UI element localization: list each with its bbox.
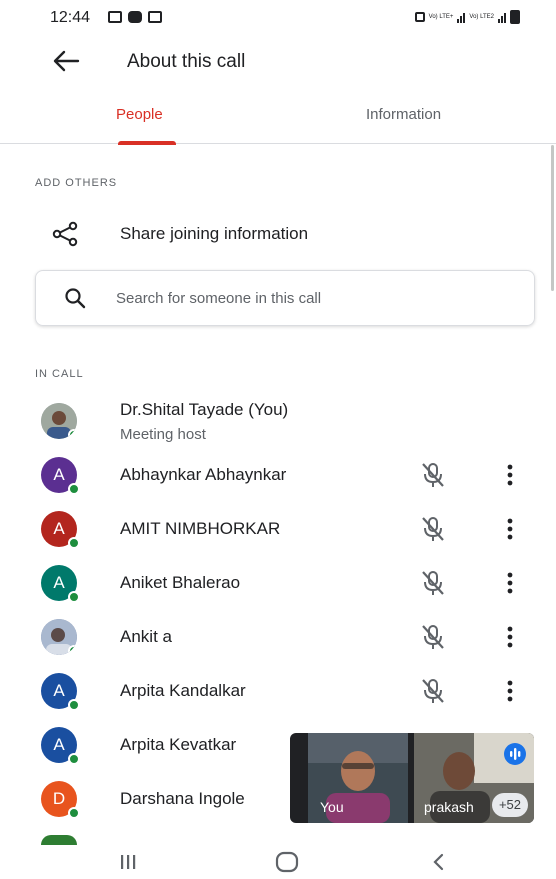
more-options-icon[interactable] (498, 460, 522, 490)
cast-icon (108, 11, 122, 23)
mic-off-icon[interactable] (418, 622, 448, 652)
status-system-icons: Vo) LTE+ Vo) LTE2 (414, 10, 520, 24)
avatar-initial: A (53, 573, 65, 592)
tab-people[interactable]: People (116, 106, 163, 123)
participant-name: Aniket Bhalerao (120, 573, 241, 592)
participant-row[interactable]: A Aniket Bhalerao (0, 556, 556, 610)
self-video-label: You (320, 799, 344, 815)
app-notification-icon (128, 11, 142, 23)
search-participants-input[interactable]: Search for someone in this call (35, 270, 535, 326)
self-view-tiles[interactable]: You prakash +52 (290, 733, 534, 823)
network-label-2: Vo) LTE2 (469, 13, 494, 20)
image-icon (148, 11, 162, 23)
participant-row[interactable]: A AMIT NIMBHORKAR (0, 502, 556, 556)
share-joining-info-button[interactable]: Share joining information (0, 208, 556, 260)
online-status-dot (68, 483, 80, 495)
tab-bar: People Information (0, 92, 556, 145)
mic-off-icon[interactable] (418, 514, 448, 544)
participant-name: Darshana Ingole (120, 789, 245, 808)
avatar-initial: A (53, 681, 65, 700)
avatar-initial: A (53, 465, 65, 484)
search-icon (65, 288, 86, 309)
online-status-dot (68, 807, 80, 819)
status-bar: 12:44 Vo) LTE+ Vo) LTE2 (0, 0, 556, 36)
status-notification-icons (108, 11, 162, 23)
participant-role: Meeting host (120, 426, 206, 443)
search-placeholder: Search for someone in this call (116, 290, 322, 307)
signal-icon-2 (498, 11, 506, 23)
remote-video-tile[interactable]: prakash +52 (414, 733, 534, 823)
participant-avatar: A (41, 565, 80, 603)
share-icon (52, 221, 78, 247)
online-status-dot (68, 537, 80, 549)
more-participants-badge[interactable]: +52 (492, 793, 528, 817)
avatar-initial: D (52, 789, 66, 808)
participant-avatar: A (41, 727, 80, 765)
online-status-dot (68, 645, 77, 655)
battery-icon (510, 10, 520, 24)
participant-name: Arpita Kevatkar (120, 735, 237, 754)
share-joining-info-label: Share joining information (120, 224, 309, 243)
online-status-dot (68, 429, 77, 439)
alarm-icon (414, 12, 425, 22)
mic-off-icon[interactable] (418, 568, 448, 598)
participant-row[interactable]: Ankit a (0, 610, 556, 664)
mic-off-icon[interactable] (418, 460, 448, 490)
participant-avatar-partial (41, 835, 77, 845)
mic-off-icon[interactable] (418, 676, 448, 706)
system-nav-bar (0, 845, 556, 879)
more-options-icon[interactable] (498, 514, 522, 544)
participant-name: AMIT NIMBHORKAR (120, 519, 281, 538)
participant-name: Dr.Shital Tayade (You) (120, 400, 289, 419)
participant-avatar: A (41, 511, 80, 549)
home-icon[interactable] (272, 851, 302, 873)
page-title: About this call (127, 51, 246, 72)
speaking-indicator-icon (504, 743, 526, 765)
status-time: 12:44 (50, 9, 91, 26)
more-options-icon[interactable] (498, 568, 522, 598)
recents-icon[interactable] (113, 851, 143, 873)
participant-name: Arpita Kandalkar (120, 681, 246, 700)
in-call-label: IN CALL (35, 368, 84, 380)
participant-avatar: A (41, 457, 80, 495)
back-button[interactable] (48, 46, 84, 76)
participant-avatar (41, 619, 77, 655)
more-options-icon[interactable] (498, 676, 522, 706)
add-others-label: ADD OTHERS (35, 177, 118, 189)
self-video-tile[interactable]: You (308, 733, 408, 823)
more-options-icon[interactable] (498, 622, 522, 652)
participant-name: Abhaynkar Abhaynkar (120, 465, 287, 484)
nav-back-icon[interactable] (424, 851, 454, 873)
active-tab-indicator (118, 141, 176, 145)
participant-row[interactable]: A Arpita Kandalkar (0, 664, 556, 718)
online-status-dot (68, 591, 80, 603)
online-status-dot (68, 699, 80, 711)
signal-icon (457, 11, 466, 23)
participant-avatar (41, 403, 77, 439)
tab-information[interactable]: Information (366, 106, 441, 123)
participant-name: Ankit a (120, 627, 172, 646)
remote-video-label: prakash (424, 799, 474, 815)
avatar-initial: A (53, 735, 65, 754)
participant-row[interactable]: Dr.Shital Tayade (You) Meeting host (0, 395, 556, 449)
participant-row[interactable]: A Abhaynkar Abhaynkar (0, 448, 556, 502)
avatar-initial: A (53, 519, 65, 538)
app-header: About this call (0, 36, 556, 86)
arrow-back-icon (53, 50, 80, 72)
audio-level-icon (510, 748, 521, 760)
online-status-dot (68, 753, 80, 765)
participant-avatar: D (41, 781, 80, 819)
network-label-1: Vo) LTE+ (428, 13, 454, 20)
participant-avatar: A (41, 673, 80, 711)
